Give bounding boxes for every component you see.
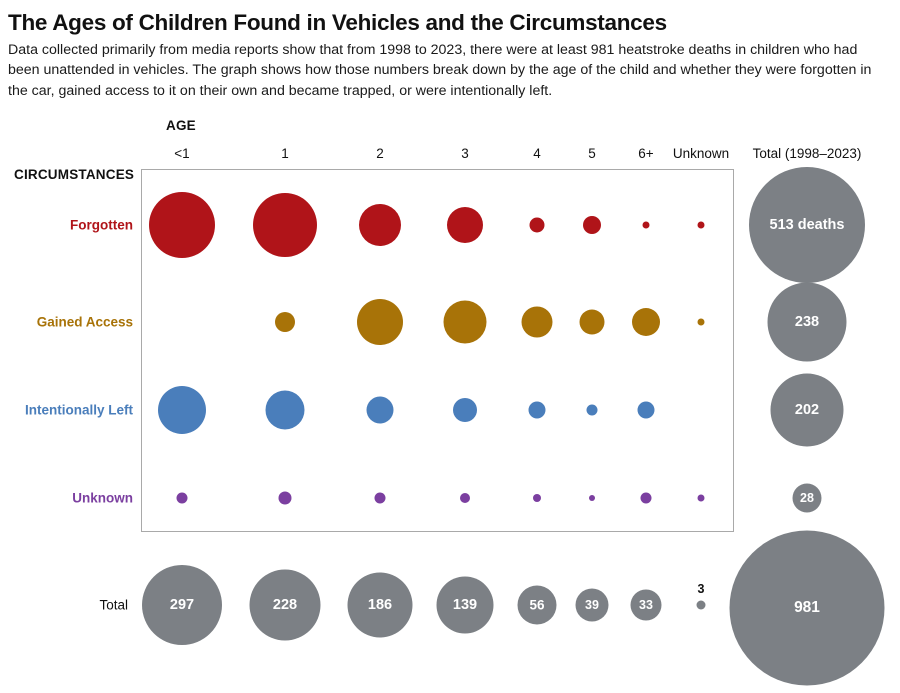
bubble-unknown-lt1[interactable] <box>176 492 188 504</box>
bubble-col-total-4[interactable] <box>517 585 557 625</box>
bubble-col-total-5[interactable] <box>575 588 609 622</box>
bubble-col-total-2[interactable] <box>347 572 413 638</box>
bubble-intentional-5[interactable] <box>586 404 598 416</box>
bubble-col-total-lt1[interactable] <box>142 565 222 645</box>
col-total-unknown-label: 3 <box>697 582 705 596</box>
row-header-unknown: Unknown <box>72 490 133 506</box>
bubble-gained-6plus[interactable] <box>632 308 660 336</box>
bubble-row-total-gained[interactable] <box>767 282 847 362</box>
column-header-4: 4 <box>533 146 541 161</box>
row-header-gained-access: Gained Access <box>36 314 133 330</box>
age-axis-title: AGE <box>166 118 196 133</box>
column-header-3: 3 <box>461 146 469 161</box>
bubble-forgotten-lt1[interactable] <box>149 192 215 258</box>
bubble-intentional-lt1[interactable] <box>158 386 206 434</box>
column-header--1: <1 <box>174 146 190 161</box>
bubble-col-total-unknown[interactable] <box>696 600 706 610</box>
bubble-forgotten-2[interactable] <box>359 204 401 246</box>
bubble-intentional-6plus[interactable] <box>637 401 655 419</box>
bubble-unknown-5[interactable] <box>589 495 595 501</box>
bubble-col-total-3[interactable] <box>436 576 494 634</box>
bubble-grand-total[interactable] <box>729 530 885 686</box>
bubble-gained-2[interactable] <box>357 299 403 345</box>
bubble-intentional-1[interactable] <box>265 390 305 430</box>
column-header-unknown: Unknown <box>672 146 730 161</box>
bubble-forgotten-5[interactable] <box>583 216 601 234</box>
bubble-gained-1[interactable] <box>275 312 295 332</box>
column-header-2: 2 <box>376 146 384 161</box>
bubble-gained-5[interactable] <box>579 309 605 335</box>
bubble-unknown-unknown[interactable] <box>697 494 705 502</box>
bubble-col-total-6plus[interactable] <box>630 589 662 621</box>
bubble-forgotten-4[interactable] <box>529 217 545 233</box>
bubble-intentional-3[interactable] <box>453 398 477 422</box>
bubble-intentional-2[interactable] <box>366 396 394 424</box>
bubble-gained-4[interactable] <box>521 306 553 338</box>
bubble-row-total-forgotten[interactable] <box>749 167 865 283</box>
bubble-forgotten-1[interactable] <box>253 193 317 257</box>
bubble-unknown-2[interactable] <box>374 492 386 504</box>
row-header-intentionally-left: Intentionally Left <box>25 402 133 418</box>
bubble-gained-unknown[interactable] <box>697 318 705 326</box>
bubble-unknown-3[interactable] <box>460 493 470 503</box>
bubble-chart: AGE CIRCUMSTANCES <1 1 2 3 4 5 6+ Unknown Total … <box>0 0 900 693</box>
circumstances-axis-title: CIRCUMSTANCES <box>14 167 135 182</box>
column-header-total-1998-2023-: Total (1998–2023) <box>752 146 862 161</box>
bubble-unknown-4[interactable] <box>533 494 541 502</box>
bubble-row-total-unknown[interactable] <box>792 483 822 513</box>
bubble-col-total-1[interactable] <box>249 569 321 641</box>
bubble-gained-3[interactable] <box>443 300 487 344</box>
bubble-forgotten-6plus[interactable] <box>642 221 650 229</box>
column-header-6+: 6+ <box>638 146 654 161</box>
bubble-row-total-intentional[interactable] <box>770 373 844 447</box>
bubble-unknown-1[interactable] <box>278 491 292 505</box>
bubble-intentional-4[interactable] <box>528 401 546 419</box>
bubble-forgotten-unknown[interactable] <box>697 221 705 229</box>
column-header-1: 1 <box>281 146 289 161</box>
row-header-forgotten: Forgotten <box>70 217 133 233</box>
bubble-unknown-6plus[interactable] <box>640 492 652 504</box>
column-header-5: 5 <box>588 146 596 161</box>
bubble-forgotten-3[interactable] <box>447 207 483 243</box>
total-row-label: Total <box>99 597 128 613</box>
